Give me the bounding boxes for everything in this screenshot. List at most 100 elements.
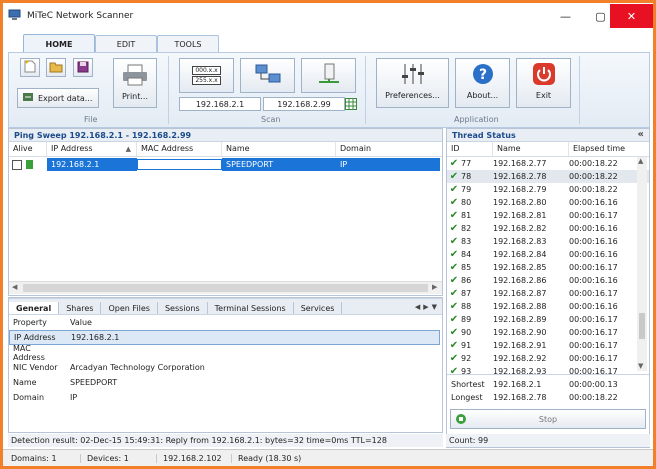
thread-row[interactable]: ✔ 84 192.168.2.84 00:00:16.16	[447, 248, 649, 261]
thread-id: 83	[461, 237, 472, 246]
property-row[interactable]: Name SPEEDPORT	[9, 375, 442, 390]
property-value: Arcadyan Technology Corporation	[70, 363, 205, 372]
scan-group-label: Scan	[261, 115, 281, 124]
thread-id: 88	[461, 302, 472, 311]
thread-row[interactable]: ✔ 79 192.168.2.79 00:00:18.22	[447, 183, 649, 196]
scroll-up-icon[interactable]: ▲	[638, 157, 643, 165]
scrollbar-thumb[interactable]	[639, 313, 645, 339]
thread-row[interactable]: ✔ 81 192.168.2.81 00:00:16.17	[447, 209, 649, 222]
thread-row[interactable]: ✔ 77 192.168.2.77 00:00:18.22	[447, 157, 649, 170]
tab-edit[interactable]: EDIT	[95, 35, 157, 53]
thread-row[interactable]: ✔ 88 192.168.2.88 00:00:16.16	[447, 300, 649, 313]
thread-elapsed-time: 00:00:16.17	[569, 341, 618, 350]
folder-icon	[49, 61, 63, 75]
column-mac-address[interactable]: MAC Address	[137, 142, 222, 156]
ip-range-button[interactable]: 000.x.x 255.x.x	[179, 58, 234, 93]
stop-button[interactable]: Stop	[450, 409, 646, 429]
property-value: IP	[70, 393, 78, 402]
tab-sessions[interactable]: Sessions	[158, 302, 208, 314]
device-button[interactable]	[301, 58, 356, 93]
column-value: Value	[70, 318, 92, 327]
column-alive[interactable]: Alive	[9, 142, 47, 156]
exit-button[interactable]: Exit	[516, 58, 571, 108]
thread-id: 82	[461, 224, 472, 233]
tab-general[interactable]: General	[9, 302, 60, 314]
thread-row[interactable]: ✔ 83 192.168.2.83 00:00:16.16	[447, 235, 649, 248]
column-id[interactable]: ID	[447, 142, 493, 156]
column-name[interactable]: Name	[222, 142, 336, 156]
name-cell: SPEEDPORT	[222, 158, 336, 171]
stop-icon	[456, 414, 466, 424]
window-title: MiTeC Network Scanner	[27, 11, 134, 21]
new-button[interactable]	[20, 58, 40, 77]
scroll-down-icon[interactable]: ▼	[638, 362, 643, 370]
thread-row[interactable]: ✔ 80 192.168.2.80 00:00:16.16	[447, 196, 649, 209]
scroll-left-icon[interactable]: ◀	[12, 283, 17, 291]
about-button[interactable]: ? About...	[455, 58, 510, 108]
thread-name: 192.168.2.84	[493, 250, 547, 259]
column-domain[interactable]: Domain	[336, 142, 436, 156]
vertical-scrollbar[interactable]: ▲ ▼	[637, 157, 647, 371]
property-row[interactable]: NIC Vendor Arcadyan Technology Corporati…	[9, 360, 442, 375]
column-ip-address[interactable]: IP Address ▲	[47, 142, 137, 156]
thread-row[interactable]: ✔ 89 192.168.2.89 00:00:16.17	[447, 313, 649, 326]
row-checkbox[interactable]	[12, 159, 22, 170]
thread-elapsed-time: 00:00:18.22	[569, 159, 618, 168]
thread-id: 79	[461, 185, 472, 194]
check-icon: ✔	[449, 171, 459, 182]
tab-scroll-right-icon[interactable]: ▶	[423, 303, 428, 311]
tab-scroll-left-icon[interactable]: ◀	[415, 303, 420, 311]
check-icon: ✔	[449, 197, 459, 208]
property-row[interactable]: Domain IP	[9, 390, 442, 405]
shortest-name: 192.168.2.1	[493, 380, 542, 389]
ip-range-icon: 000.x.x 255.x.x	[192, 66, 221, 85]
status-ready: Ready (18.30 s)	[238, 454, 302, 463]
scroll-right-icon[interactable]: ▶	[432, 283, 437, 291]
tab-tools[interactable]: TOOLS	[157, 35, 219, 53]
tab-home[interactable]: HOME	[23, 34, 95, 54]
property-row[interactable]: IP Address 192.168.2.1	[9, 330, 440, 345]
close-button[interactable]: ✕	[610, 4, 653, 28]
column-elapsed-time[interactable]: Elapsed time	[569, 142, 639, 156]
print-button[interactable]: Print...	[113, 58, 157, 108]
start-ip-field[interactable]: 192.168.2.1	[179, 97, 261, 111]
device-tower-icon	[317, 63, 341, 89]
tab-shares[interactable]: Shares	[59, 302, 102, 314]
tab-terminal-sessions[interactable]: Terminal Sessions	[208, 302, 294, 314]
svg-text:?: ?	[478, 67, 486, 83]
thread-row[interactable]: ✔ 82 192.168.2.82 00:00:16.16	[447, 222, 649, 235]
save-disk-icon	[77, 61, 89, 75]
ribbon: Export data... Print... File 000.x.x 255…	[8, 52, 650, 128]
end-ip-field[interactable]: 192.168.2.99	[263, 97, 345, 111]
thread-elapsed-time: 00:00:16.17	[569, 315, 618, 324]
network-scan-button[interactable]	[240, 58, 295, 93]
title-bar: MiTeC Network Scanner — ▢ ✕	[3, 3, 653, 29]
thread-name: 192.168.2.88	[493, 302, 547, 311]
check-icon: ✔	[449, 236, 459, 247]
tab-services[interactable]: Services	[294, 302, 343, 314]
tab-open-files[interactable]: Open Files	[101, 302, 158, 314]
table-row[interactable]: 192.168.2.1 SPEEDPORT IP	[9, 158, 442, 171]
horizontal-scrollbar[interactable]: ◀ ▶	[9, 281, 442, 294]
thread-elapsed-time: 00:00:16.16	[569, 237, 618, 246]
preferences-button[interactable]: Preferences...	[376, 58, 449, 108]
ip-range-grid-icon[interactable]	[345, 98, 357, 110]
export-data-button[interactable]: Export data...	[17, 88, 99, 108]
thread-row[interactable]: ✔ 78 192.168.2.78 00:00:18.22	[447, 170, 649, 183]
collapse-panel-icon[interactable]: «	[638, 129, 644, 140]
thread-elapsed-time: 00:00:16.16	[569, 224, 618, 233]
save-button[interactable]	[73, 58, 93, 77]
status-bar: Domains: 1 Devices: 1 192.168.2.102 Read…	[3, 449, 653, 466]
thread-elapsed-time: 00:00:16.16	[569, 276, 618, 285]
thread-row[interactable]: ✔ 92 192.168.2.92 00:00:16.17	[447, 352, 649, 365]
column-thread-name[interactable]: Name	[493, 142, 569, 156]
scrollbar-thumb[interactable]	[23, 284, 428, 292]
thread-row[interactable]: ✔ 91 192.168.2.91 00:00:16.17	[447, 339, 649, 352]
property-row[interactable]: MAC Address	[9, 344, 442, 362]
open-button[interactable]	[46, 58, 66, 77]
thread-row[interactable]: ✔ 86 192.168.2.86 00:00:16.16	[447, 274, 649, 287]
thread-row[interactable]: ✔ 90 192.168.2.90 00:00:16.17	[447, 326, 649, 339]
tab-menu-icon[interactable]: ▼	[432, 303, 437, 311]
thread-row[interactable]: ✔ 87 192.168.2.87 00:00:16.17	[447, 287, 649, 300]
thread-row[interactable]: ✔ 85 192.168.2.85 00:00:16.17	[447, 261, 649, 274]
